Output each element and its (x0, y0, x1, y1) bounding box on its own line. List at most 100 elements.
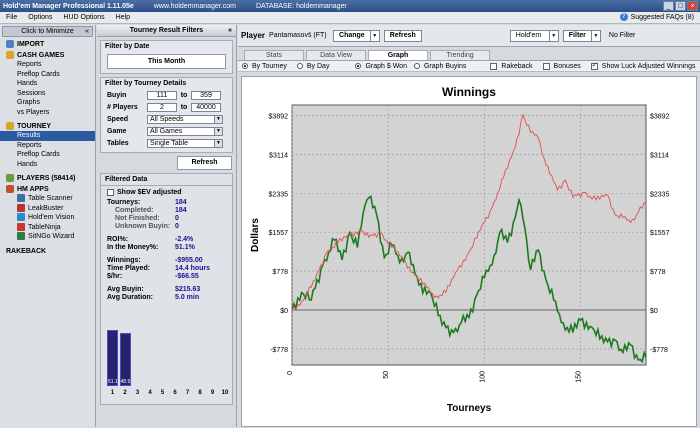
chevron-down-icon[interactable]: ▼ (591, 29, 601, 42)
histogram-x-label: 2 (123, 390, 127, 396)
bonuses-checkbox[interactable] (542, 62, 550, 70)
help-icon: ? (619, 13, 628, 21)
minimize-sidebar-button[interactable]: Click to Minimize « (2, 26, 93, 37)
menu-help[interactable]: Help (116, 14, 130, 21)
luck-adjusted-checkbox[interactable] (590, 61, 598, 70)
filter-by-details-box: Filter by Tourney Details Buyin 111 to 3… (100, 77, 233, 153)
nav-tourney-results[interactable]: Results (0, 131, 95, 141)
window-controls: _ □ × (663, 1, 698, 11)
stat-per-hour: $/hr: -$66.55 (101, 273, 232, 281)
suggested-faqs[interactable]: ? Suggested FAQs (8) (619, 13, 694, 21)
rakeback-checkbox[interactable] (490, 62, 498, 70)
tab-trending[interactable]: Trending (430, 50, 490, 60)
game-type-select[interactable]: Hold'em (509, 29, 550, 42)
nav-cash-games[interactable]: CASH GAMES (0, 49, 95, 60)
tables-select[interactable]: Single Table ▼ (147, 138, 223, 148)
nav-cash-vs-players[interactable]: vs Players (0, 108, 95, 118)
stat-value: 5.0 min (175, 294, 200, 301)
nav-rakeback[interactable]: RAKEBACK (0, 246, 95, 256)
game-select[interactable]: All Games ▼ (147, 126, 223, 136)
stat-key: Avg Duration: (107, 294, 154, 301)
ev-adjusted-toggle[interactable]: Show $EV adjusted (101, 186, 232, 199)
chevron-down-icon[interactable]: ▼ (549, 29, 559, 42)
date-range-button[interactable]: This Month (107, 54, 226, 69)
close-window-button[interactable]: × (687, 1, 698, 11)
nav-app-holdem-vision[interactable]: Hold'em Vision (0, 213, 95, 223)
players-max-input[interactable]: 40000 (191, 102, 221, 112)
tab-graph[interactable]: Graph (368, 50, 428, 60)
by-tourney-radio[interactable] (242, 63, 248, 69)
y-axis-label: Dollars (250, 218, 261, 252)
chevron-down-icon: ▼ (214, 115, 222, 123)
x-tick-label: 150 (576, 371, 583, 383)
graph-won-radio[interactable] (355, 63, 362, 69)
nav-cash-sessions[interactable]: Sessions (0, 89, 95, 99)
nav-tourney-preflop[interactable]: Preflop Cards (0, 150, 95, 160)
histogram-bar: 51.1 (107, 330, 118, 386)
buyin-label: Buyin (107, 91, 127, 99)
filters-header: Tourney Result Filters « (97, 25, 236, 37)
stat-key: $/hr: (107, 273, 123, 280)
filtered-data-box: Filtered Data Show $EV adjusted Tourneys… (100, 173, 233, 405)
menu-bar: File Options HUD Options Help ? Suggeste… (0, 12, 700, 24)
game-value: All Games (150, 127, 183, 135)
histogram-x-label: 4 (148, 390, 152, 396)
histogram-x-label: 3 (135, 390, 140, 396)
players-label: # Players (107, 103, 138, 111)
buyin-row: Buyin 111 to 359 (101, 89, 232, 101)
double-chevron-left-icon[interactable]: « (228, 25, 232, 37)
players-icon (6, 174, 14, 182)
nav-tourney[interactable]: TOURNEY (0, 120, 95, 131)
tab-stats[interactable]: Stats (244, 50, 304, 60)
chevron-down-icon[interactable]: ▼ (370, 29, 380, 42)
nav-tourney-hands[interactable]: Hands (0, 160, 95, 170)
nav-app-sitngo-wizard[interactable]: SitNGo Wizard (0, 232, 95, 242)
nav-import[interactable]: IMPORT (0, 38, 95, 49)
menu-file[interactable]: File (6, 14, 17, 21)
tab-data-view[interactable]: Data View (306, 50, 366, 60)
nav-cash-graphs[interactable]: Graphs (0, 98, 95, 108)
players-row: # Players 2 to 40000 (101, 101, 232, 113)
y-tick-label: $0 (280, 308, 288, 315)
site-url[interactable]: www.holdemmanager.com (154, 3, 236, 10)
stat-value: 51.1% (175, 244, 195, 251)
filter-by-details-label: Filter by Tourney Details (105, 80, 187, 87)
main-panel: Player Pantamasovš (FT) Change ▼ Refresh … (238, 25, 700, 427)
y-tick-label: $778 (272, 269, 288, 276)
luck-adjusted-label: Show Luck Adjusted Winnings (601, 62, 696, 70)
filter-button[interactable]: Filter (562, 29, 592, 42)
by-day-radio[interactable] (296, 63, 303, 69)
player-refresh-button[interactable]: Refresh (383, 29, 422, 42)
speed-select[interactable]: All Speeds ▼ (147, 114, 223, 124)
by-day-label: By Day (306, 62, 330, 70)
stat-tourneys: Tourneys: 184 (101, 199, 232, 207)
graph-buyins-label: Graph Buyins (423, 62, 467, 70)
nav-app-table-scanner[interactable]: Table Scanner (0, 194, 95, 204)
menu-hud-options[interactable]: HUD Options (63, 14, 104, 21)
buyin-min-input[interactable]: 111 (147, 90, 177, 100)
change-player-button[interactable]: Change (333, 29, 371, 42)
nav-cash-preflop[interactable]: Preflop Cards (0, 70, 95, 80)
graph-buyins-radio[interactable] (413, 63, 420, 69)
menu-options[interactable]: Options (28, 14, 52, 21)
minimize-window-button[interactable]: _ (663, 1, 674, 11)
nav-players[interactable]: PLAYERS (58414) (0, 172, 95, 183)
winnings-chart: $3892 $3892 $3114 $3114 $2335 $2335 $1557 $1557… (250, 85, 670, 414)
nav-hm-apps[interactable]: HM APPS (0, 183, 95, 194)
vision-icon (17, 213, 25, 222)
nav-app-tableninja[interactable]: TableNinja (0, 222, 95, 233)
app-label: Table Scanner (28, 195, 73, 202)
players-min-input[interactable]: 2 (147, 102, 177, 112)
nav-cash-reports[interactable]: Reports (0, 60, 95, 70)
ev-adjusted-checkbox[interactable] (107, 189, 114, 196)
nav-tourney-reports[interactable]: Reports (0, 141, 95, 151)
plot-area (291, 104, 647, 366)
nav-cash-hands[interactable]: Hands (0, 79, 95, 89)
maximize-window-button[interactable]: □ (675, 1, 686, 11)
y-tick-label: $2335 (269, 191, 289, 198)
app-label: LeakBuster (28, 204, 64, 212)
filters-refresh-button[interactable]: Refresh (177, 156, 232, 170)
stat-value: $215.63 (175, 286, 201, 293)
buyin-max-input[interactable]: 359 (191, 90, 221, 100)
nav-app-leakbuster[interactable]: LeakBuster (0, 203, 95, 214)
